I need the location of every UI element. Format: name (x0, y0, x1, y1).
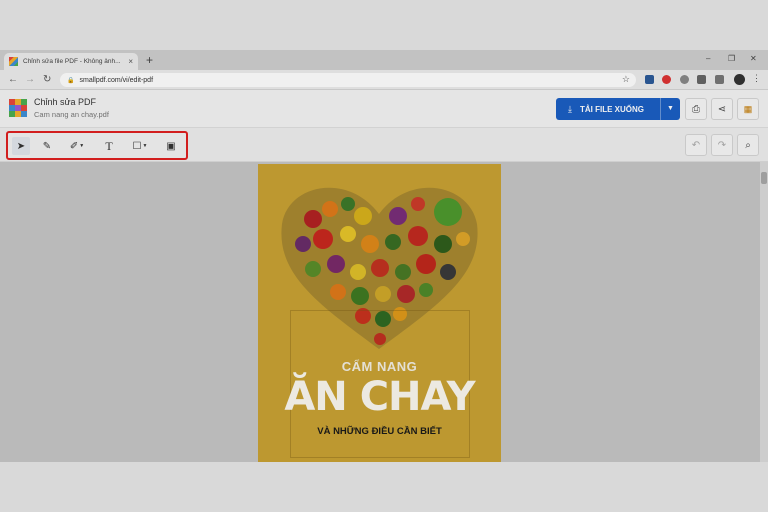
print-icon: ⎙ (692, 103, 700, 115)
pdf-page[interactable]: CẨM NANG ĂN CHAY VÀ NHỮNG ĐIỀU CẦN BIẾT (258, 164, 501, 462)
search-icon: ⌕ (745, 139, 751, 151)
select-tool-button[interactable]: ➤ (12, 137, 30, 155)
menu-icon[interactable]: ⋮ (752, 73, 761, 84)
extension-icon[interactable] (645, 75, 654, 84)
undo-button[interactable]: ↶ (685, 134, 707, 156)
browser-tab[interactable]: Chỉnh sửa file PDF - Không ảnh... × (4, 53, 138, 70)
highlighter-icon: ✐ (69, 140, 79, 152)
chevron-down-icon: ▼ (79, 143, 85, 149)
redo-button[interactable]: ↷ (711, 134, 733, 156)
highlighter-tool-button[interactable]: ✐ ▼ (64, 137, 90, 155)
text-icon: T (105, 138, 113, 153)
scrollbar-thumb[interactable] (761, 172, 767, 184)
vertical-scrollbar[interactable] (760, 162, 768, 462)
pencil-icon: ✎ (42, 140, 52, 152)
chevron-down-icon[interactable]: ▼ (660, 98, 680, 120)
apps-button[interactable]: ▦ (737, 98, 759, 120)
browser-window: Chỉnh sửa file PDF - Không ảnh... × + – … (0, 50, 768, 462)
file-name: Cam nang an chay.pdf (34, 110, 109, 119)
cover-tagline: VÀ NHỮNG ĐIỀU CẦN BIẾT (317, 426, 442, 437)
tab-close-icon[interactable]: × (128, 57, 133, 66)
tab-title: Chỉnh sửa file PDF - Không ảnh... (23, 58, 121, 65)
star-icon[interactable]: ☆ (622, 74, 630, 85)
close-window-icon[interactable]: ✕ (750, 54, 757, 63)
highlighted-tool-group: ➤ ✎ ✐ ▼ T ☐ ▼ ▣ (6, 131, 188, 160)
lock-icon: 🔒 (67, 77, 75, 84)
app-header: Chỉnh sửa PDF Cam nang an chay.pdf ⤓ TẢI… (0, 90, 768, 128)
cover-title: ĂN CHAY (284, 374, 475, 420)
page-title: Chỉnh sửa PDF (34, 97, 97, 107)
undo-icon: ↶ (691, 139, 701, 151)
shape-tool-button[interactable]: ☐ ▼ (126, 137, 154, 155)
new-tab-button[interactable]: + (146, 53, 153, 67)
cover-subtitle: CẨM NANG (341, 359, 418, 374)
smallpdf-favicon-icon (9, 57, 18, 66)
chevron-down-icon: ▼ (142, 143, 148, 149)
download-icon: ⤓ (568, 103, 572, 114)
address-bar-row: ← → ↻ 🔒 smallpdf.com/vi/edit-pdf ☆ ⋮ (0, 70, 768, 90)
search-button[interactable]: ⌕ (737, 134, 759, 156)
share-icon: ⋖ (717, 103, 727, 115)
maximize-icon[interactable]: ❐ (728, 54, 735, 63)
image-icon: ▣ (166, 140, 176, 152)
extension-icon[interactable] (680, 75, 689, 84)
avatar[interactable] (734, 74, 745, 85)
download-button[interactable]: ⤓ TẢI FILE XUỐNG ▼ (556, 98, 680, 120)
text-tool-button[interactable]: T (100, 137, 118, 155)
document-canvas[interactable]: CẨM NANG ĂN CHAY VÀ NHỮNG ĐIỀU CẦN BIẾT (0, 162, 768, 462)
tab-strip: Chỉnh sửa file PDF - Không ảnh... × + – … (0, 50, 768, 70)
extensions-icon[interactable] (697, 75, 706, 84)
url-input[interactable]: 🔒 smallpdf.com/vi/edit-pdf ☆ (60, 73, 636, 87)
download-label: TẢI FILE XUỐNG (580, 104, 644, 114)
redo-icon: ↷ (717, 139, 727, 151)
pen-tool-button[interactable]: ✎ (38, 137, 56, 155)
reading-list-icon[interactable] (715, 75, 724, 84)
reload-icon[interactable]: ↻ (43, 73, 51, 86)
forward-icon[interactable]: → (25, 73, 35, 86)
share-button[interactable]: ⋖ (711, 98, 733, 120)
edit-toolbar: ➤ ✎ ✐ ▼ T ☐ ▼ ▣ ↶ ↷ ⌕ (0, 128, 768, 162)
minimize-icon[interactable]: – (706, 54, 710, 63)
print-button[interactable]: ⎙ (685, 98, 707, 120)
url-text: smallpdf.com/vi/edit-pdf (79, 76, 154, 84)
rectangle-icon: ☐ (132, 140, 142, 152)
apps-grid-icon: ▦ (743, 103, 753, 114)
smallpdf-logo-icon[interactable] (9, 99, 27, 117)
extension-icon[interactable] (662, 75, 671, 84)
back-icon[interactable]: ← (8, 73, 18, 86)
cursor-arrow-icon: ➤ (16, 140, 26, 152)
image-tool-button[interactable]: ▣ (162, 137, 180, 155)
